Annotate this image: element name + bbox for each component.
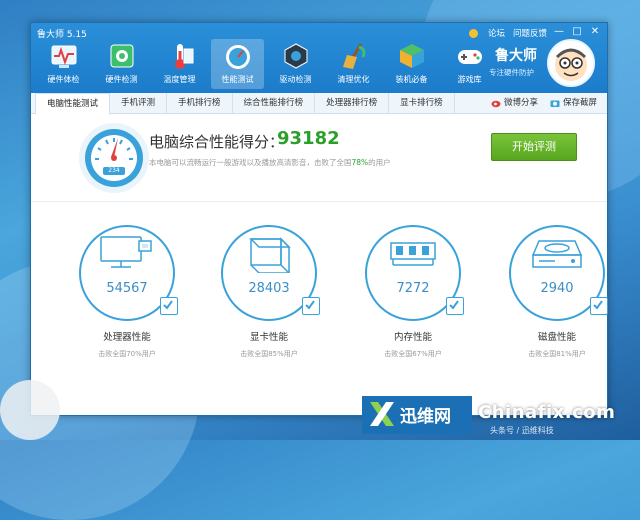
tab-phone-ranking[interactable]: 手机排行榜 bbox=[167, 93, 233, 113]
gpu-score: 28403 bbox=[248, 281, 290, 296]
title-bar: 鲁大师 5.15 论坛 问题反馈 — □ ✕ 硬件体检 硬件检测 温度管理 性能… bbox=[31, 23, 607, 93]
save-screenshot-label: 保存截屏 bbox=[562, 98, 597, 108]
tool-hardware-check[interactable]: 硬件体检 bbox=[37, 39, 90, 89]
check-icon bbox=[163, 300, 173, 310]
broom-icon bbox=[339, 41, 369, 71]
cpu-label: 处理器性能 bbox=[103, 332, 151, 343]
card-memory[interactable]: 7272 内存性能 击败全国67%用户 bbox=[343, 213, 464, 393]
start-test-button[interactable]: 开始评测 bbox=[491, 133, 577, 161]
card-gpu[interactable]: 28403 显卡性能 击败全国85%用户 bbox=[199, 213, 320, 393]
score-panel: 234 电脑综合性能得分： 93182 本电脑可以流畅运行一般游戏以及播放高清影… bbox=[31, 113, 607, 203]
watermark-cn: 迅维网 bbox=[400, 407, 451, 427]
cpu-checkbox[interactable] bbox=[160, 297, 178, 315]
tab-cpu-ranking[interactable]: 处理器排行榜 bbox=[315, 93, 390, 113]
tool-label: 清理优化 bbox=[337, 75, 370, 84]
brand-name: 鲁大师 bbox=[495, 48, 537, 64]
corner-logo bbox=[0, 380, 60, 440]
tab-bar: 电脑性能测试 手机评测 手机排行榜 综合性能排行榜 处理器排行榜 显卡排行榜 微… bbox=[31, 93, 607, 115]
memory-rank-text: 击败全国67%用户 bbox=[384, 350, 442, 358]
speedometer-icon bbox=[223, 41, 253, 71]
tool-driver-detect[interactable]: 驱动检测 bbox=[269, 39, 322, 89]
tool-label: 性能测试 bbox=[221, 75, 254, 84]
cube-icon bbox=[397, 41, 427, 71]
memory-checkbox[interactable] bbox=[446, 297, 464, 315]
score-desc-percent: 78% bbox=[351, 158, 369, 167]
divider bbox=[31, 201, 607, 202]
health-check-icon bbox=[49, 41, 79, 71]
card-cpu[interactable]: 54567 处理器性能 击败全国70%用户 bbox=[57, 213, 178, 393]
weibo-icon bbox=[491, 100, 501, 107]
component-cards: 54567 处理器性能 击败全国70%用户 28403 显卡性能 击败全国85%… bbox=[31, 213, 608, 403]
memory-icon bbox=[390, 242, 436, 266]
thermometer-icon bbox=[165, 41, 195, 71]
gpu-icon bbox=[249, 237, 291, 273]
weibo-share-label: 微博分享 bbox=[503, 98, 538, 108]
weibo-share-button[interactable]: 微博分享 bbox=[491, 93, 538, 113]
camera-icon bbox=[550, 100, 560, 107]
cpu-icon bbox=[100, 236, 152, 268]
score-desc-suffix: 的用户 bbox=[368, 158, 391, 167]
tool-label: 硬件体检 bbox=[47, 75, 80, 84]
app-window: 鲁大师 5.15 论坛 问题反馈 — □ ✕ 硬件体检 硬件检测 温度管理 性能… bbox=[30, 22, 608, 416]
brand-slogan: 专注硬件防护 bbox=[489, 68, 534, 77]
cpu-rank-text: 击败全国70%用户 bbox=[98, 350, 156, 358]
score-desc-prefix: 本电脑可以流畅运行一般游戏以及播放高清影音，击败了全国 bbox=[149, 158, 352, 167]
cpu-score: 54567 bbox=[106, 281, 148, 296]
card-disk[interactable]: 2940 磁盘性能 击败全国81%用户 bbox=[487, 213, 608, 393]
disk-icon bbox=[531, 240, 583, 268]
chip-icon bbox=[107, 41, 137, 71]
disk-score: 2940 bbox=[540, 281, 574, 296]
gauge-label: 234 bbox=[108, 167, 120, 174]
tool-temperature[interactable]: 温度管理 bbox=[153, 39, 206, 89]
disk-rank-text: 击败全国81%用户 bbox=[528, 350, 586, 358]
disk-label: 磁盘性能 bbox=[537, 332, 576, 343]
tool-label: 驱动检测 bbox=[279, 75, 312, 84]
main-toolbar: 硬件体检 硬件检测 温度管理 性能测试 驱动检测 清理优化 装机必备 游戏库 bbox=[37, 39, 496, 89]
gpu-label: 显卡性能 bbox=[249, 332, 288, 343]
gpu-rank-text: 击败全国85%用户 bbox=[240, 350, 298, 358]
tab-gpu-ranking[interactable]: 显卡排行榜 bbox=[389, 93, 455, 113]
tab-actions: 微博分享 保存截屏 bbox=[491, 93, 597, 113]
tool-install-essentials[interactable]: 装机必备 bbox=[385, 39, 438, 89]
x-logo-icon bbox=[370, 402, 394, 426]
score-description: 本电脑可以流畅运行一般游戏以及播放高清影音，击败了全国78%的用户 bbox=[149, 157, 391, 168]
brand-mascot-avatar[interactable] bbox=[547, 39, 595, 87]
check-icon bbox=[305, 300, 315, 310]
check-icon bbox=[449, 300, 459, 310]
check-icon bbox=[593, 300, 603, 310]
memory-label: 内存性能 bbox=[393, 332, 432, 343]
disk-checkbox[interactable] bbox=[590, 297, 608, 315]
score-title: 电脑综合性能得分： bbox=[149, 133, 285, 151]
brand-area: 鲁大师 专注硬件防护 bbox=[475, 37, 595, 89]
save-screenshot-button[interactable]: 保存截屏 bbox=[550, 93, 597, 113]
tool-label: 装机必备 bbox=[395, 75, 428, 84]
tool-label: 温度管理 bbox=[163, 75, 196, 84]
score-value: 93182 bbox=[277, 128, 340, 149]
tab-overall-ranking[interactable]: 综合性能排行榜 bbox=[233, 93, 316, 113]
tabs: 电脑性能测试 手机评测 手机排行榜 综合性能排行榜 处理器排行榜 显卡排行榜 bbox=[35, 93, 455, 115]
tool-cleanup[interactable]: 清理优化 bbox=[327, 39, 380, 89]
gpu-checkbox[interactable] bbox=[302, 297, 320, 315]
tool-hardware-detect[interactable]: 硬件检测 bbox=[95, 39, 148, 89]
watermark-en: Chinafix.com bbox=[478, 402, 616, 423]
speedometer-gauge-icon: 234 bbox=[77, 121, 151, 195]
tab-pc-performance[interactable]: 电脑性能测试 bbox=[35, 93, 111, 115]
tool-label: 硬件检测 bbox=[105, 75, 138, 84]
watermark-logo: 迅维网 bbox=[362, 396, 472, 434]
watermark-small: 头条号 / 迅维科技 bbox=[490, 426, 554, 435]
memory-score: 7272 bbox=[396, 281, 430, 296]
tab-phone-review[interactable]: 手机评测 bbox=[110, 93, 168, 113]
tool-performance-test[interactable]: 性能测试 bbox=[211, 39, 264, 89]
driver-icon bbox=[281, 41, 311, 71]
